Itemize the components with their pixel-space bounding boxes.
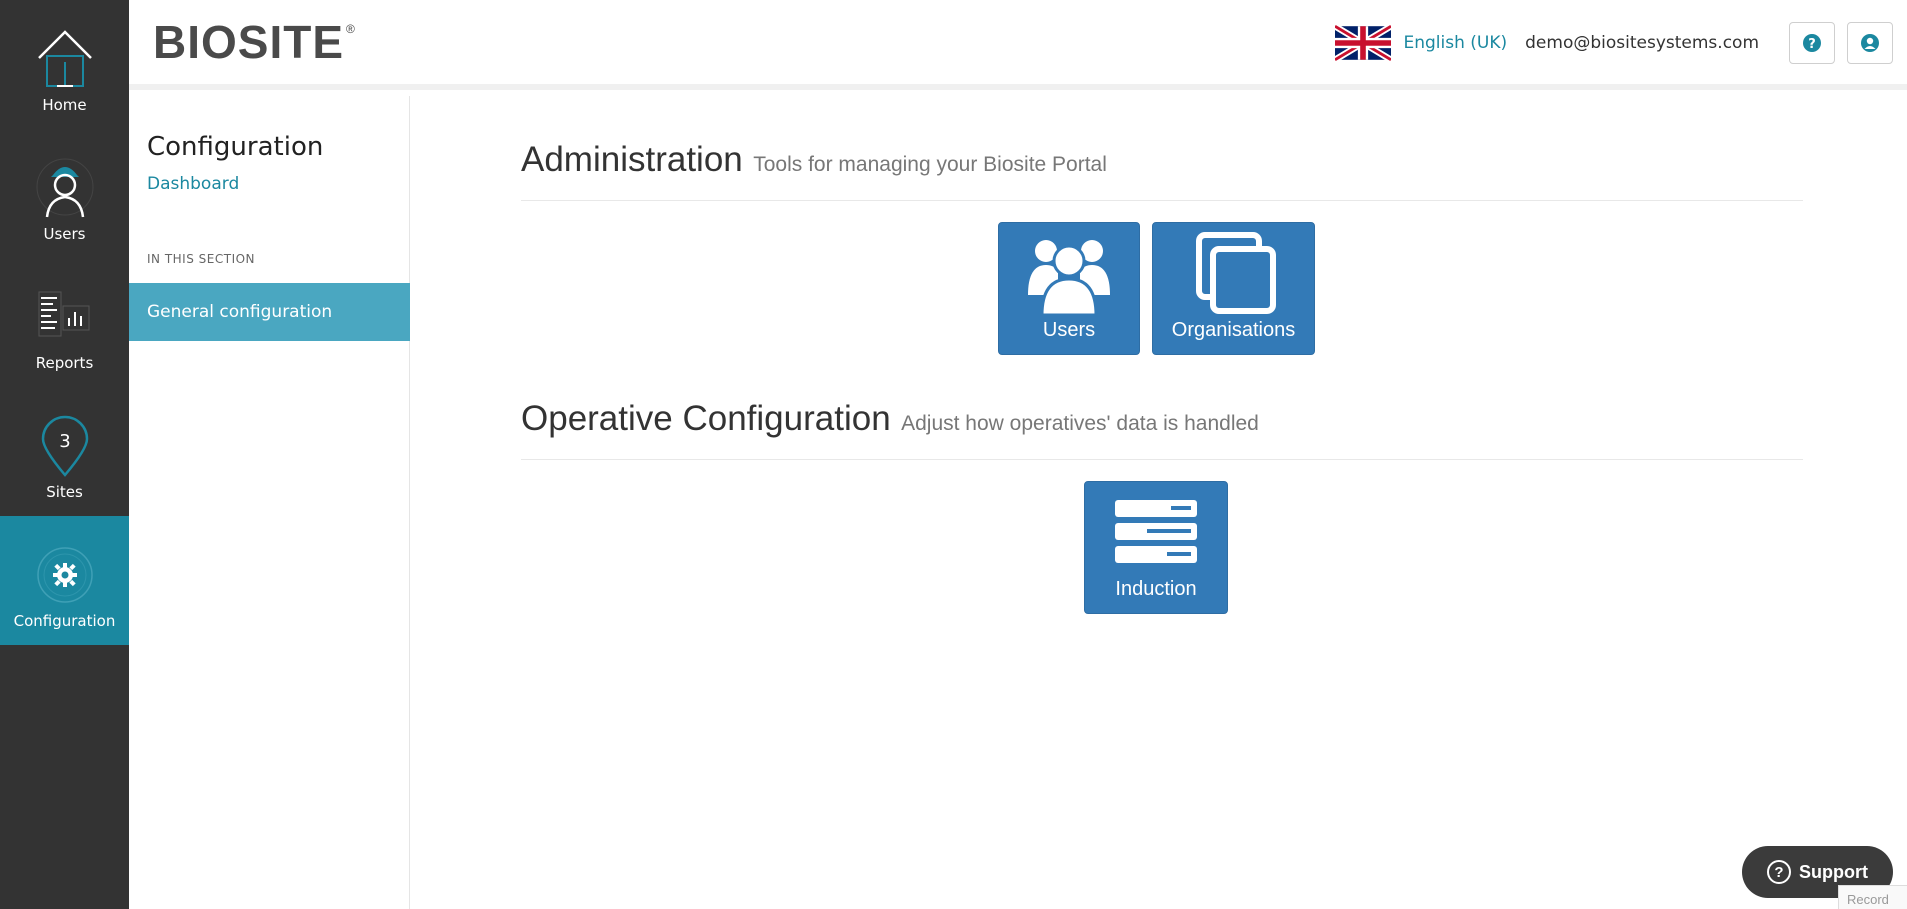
user-circle-icon	[1861, 34, 1879, 52]
dashboard-link[interactable]: Dashboard	[147, 174, 239, 194]
house-icon	[33, 24, 97, 94]
map-pin-icon: 3	[33, 411, 97, 481]
rail-label: Users	[43, 225, 86, 243]
server-list-icon	[1111, 490, 1201, 574]
tile-label: Users	[1042, 319, 1096, 341]
tile-label: Induction	[1115, 578, 1197, 600]
section-subheading: Tools for managing your Biosite Portal	[753, 153, 1107, 176]
rail-item-users[interactable]: Users	[0, 129, 129, 258]
language-selector[interactable]: English (UK)	[1403, 33, 1507, 53]
left-nav-rail: Home Users Reports 3 Sites Configuration	[0, 0, 129, 909]
rail-item-reports[interactable]: Reports	[0, 258, 129, 387]
rail-label: Sites	[46, 483, 83, 501]
header-right: English (UK) demo@biositesystems.com ?	[1335, 22, 1893, 64]
in-this-section-label: IN THIS SECTION	[147, 252, 256, 266]
rail-label: Home	[42, 96, 87, 114]
sidebar-item-general-configuration[interactable]: General configuration	[129, 283, 410, 341]
worker-icon	[33, 153, 97, 223]
logo-text: BIOSITE	[153, 16, 345, 68]
induction-tile[interactable]: Induction	[1084, 481, 1228, 614]
section-sidebar: Configuration Dashboard IN THIS SECTION …	[129, 96, 410, 909]
organisations-tile[interactable]: Organisations	[1152, 222, 1315, 355]
account-button[interactable]	[1847, 22, 1893, 64]
users-tile[interactable]: Users	[998, 222, 1140, 355]
section-subheading: Adjust how operatives' data is handled	[901, 412, 1259, 435]
question-circle-icon: ?	[1767, 860, 1791, 884]
recaptcha-badge: Record	[1838, 885, 1907, 909]
administration-heading: Administration Tools for managing your B…	[521, 140, 1803, 201]
uk-flag-icon[interactable]	[1335, 24, 1392, 62]
users-group-icon	[1024, 231, 1114, 315]
help-button[interactable]: ?	[1789, 22, 1835, 64]
biosite-logo[interactable]: BIOSITE ®	[153, 18, 355, 66]
tile-label: Organisations	[1171, 319, 1296, 341]
svg-text:3: 3	[59, 431, 70, 452]
support-label: Support	[1799, 861, 1868, 882]
operative-configuration-heading: Operative Configuration Adjust how opera…	[521, 399, 1803, 460]
section-heading: Operative Configuration	[521, 399, 891, 438]
gear-icon	[33, 540, 97, 610]
section-heading: Administration	[521, 140, 743, 179]
svg-text:?: ?	[1808, 37, 1816, 52]
section-title: Configuration	[147, 132, 324, 162]
question-circle-icon: ?	[1803, 34, 1821, 52]
user-email: demo@biositesystems.com	[1525, 33, 1759, 53]
report-icon	[33, 282, 97, 352]
rail-label: Configuration	[13, 612, 116, 630]
rail-item-configuration[interactable]: Configuration	[0, 516, 129, 645]
rail-item-home[interactable]: Home	[0, 0, 129, 129]
top-header: BIOSITE ® English (UK) demo@biositesyste…	[129, 0, 1907, 90]
copy-icon	[1189, 231, 1279, 315]
rail-label: Reports	[35, 354, 94, 372]
logo-registered-mark: ®	[346, 22, 355, 36]
main-content: Administration Tools for managing your B…	[410, 96, 1907, 909]
rail-item-sites[interactable]: 3 Sites	[0, 387, 129, 516]
